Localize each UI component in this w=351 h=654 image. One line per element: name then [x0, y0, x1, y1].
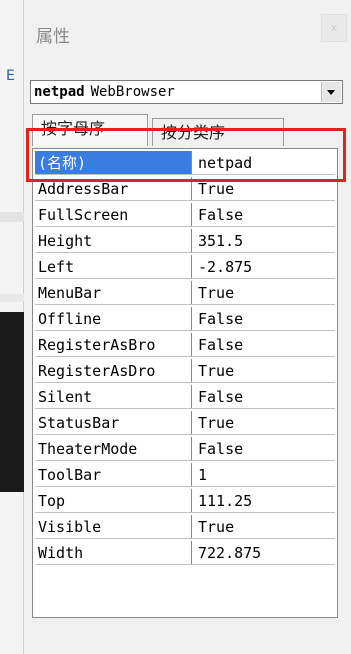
property-row[interactable]: Top 111.25	[35, 489, 335, 513]
property-name: Height	[35, 229, 192, 253]
row-separator	[35, 512, 335, 513]
row-separator	[35, 252, 335, 253]
property-value[interactable]: 722.875	[196, 541, 335, 565]
property-row[interactable]: MenuBar True	[35, 281, 335, 305]
property-row[interactable]: RegisterAsDro True	[35, 359, 335, 383]
property-row[interactable]: Offline False	[35, 307, 335, 331]
property-value[interactable]: True	[196, 359, 335, 383]
property-value[interactable]: 351.5	[196, 229, 335, 253]
property-row[interactable]: RegisterAsBro False	[35, 333, 335, 357]
row-separator	[35, 278, 335, 279]
property-value[interactable]: False	[196, 203, 335, 227]
property-value[interactable]: True	[196, 515, 335, 539]
property-name: Left	[35, 255, 192, 279]
property-row[interactable]: ToolBar 1	[35, 463, 335, 487]
properties-panel: 属性 x netpad WebBrowser 按字母序 按分类序 (名称) netp…	[24, 0, 351, 654]
background-window-strip: E	[0, 0, 24, 654]
highlight-box	[26, 128, 346, 182]
property-name: MenuBar	[35, 281, 192, 305]
row-separator	[35, 356, 335, 357]
property-row[interactable]: Height 351.5	[35, 229, 335, 253]
row-separator	[35, 460, 335, 461]
property-value[interactable]: 1	[196, 463, 335, 487]
row-separator	[35, 408, 335, 409]
row-separator	[35, 330, 335, 331]
row-separator	[35, 564, 335, 565]
property-value[interactable]: 111.25	[196, 489, 335, 513]
property-value[interactable]: True	[196, 281, 335, 305]
row-separator	[35, 538, 335, 539]
row-separator	[35, 226, 335, 227]
property-value[interactable]: True	[196, 411, 335, 435]
property-name: Silent	[35, 385, 192, 409]
property-value[interactable]: False	[196, 437, 335, 461]
property-value[interactable]: False	[196, 307, 335, 331]
property-row[interactable]: Left -2.875	[35, 255, 335, 279]
property-name: Offline	[35, 307, 192, 331]
property-value[interactable]: False	[196, 333, 335, 357]
property-name: StatusBar	[35, 411, 192, 435]
property-row[interactable]: Visible True	[35, 515, 335, 539]
property-name: ToolBar	[35, 463, 192, 487]
property-row[interactable]: TheaterMode False	[35, 437, 335, 461]
property-row[interactable]: StatusBar True	[35, 411, 335, 435]
background-band	[0, 212, 24, 222]
property-name: Visible	[35, 515, 192, 539]
row-separator	[35, 304, 335, 305]
background-band	[0, 294, 24, 302]
property-row[interactable]: Width 722.875	[35, 541, 335, 565]
close-button[interactable]: x	[321, 14, 347, 42]
panel-title: 属性	[36, 27, 70, 47]
property-name: RegisterAsDro	[35, 359, 192, 383]
row-separator	[35, 486, 335, 487]
property-value[interactable]: False	[196, 385, 335, 409]
property-name: RegisterAsBro	[35, 333, 192, 357]
property-name: FullScreen	[35, 203, 192, 227]
background-dark-area	[0, 312, 24, 492]
property-grid: (名称) netpad AddressBar True FullScreen False H…	[32, 148, 338, 618]
property-name: TheaterMode	[35, 437, 192, 461]
property-row[interactable]: Silent False	[35, 385, 335, 409]
object-type: WebBrowser	[90, 84, 175, 100]
row-separator	[35, 200, 335, 201]
property-name: Top	[35, 489, 192, 513]
property-row[interactable]: FullScreen False	[35, 203, 335, 227]
property-value[interactable]: -2.875	[196, 255, 335, 279]
property-name: Width	[35, 541, 192, 565]
chevron-down-icon	[327, 90, 335, 95]
partial-glyph: E	[6, 68, 15, 84]
row-separator	[35, 382, 335, 383]
object-name: netpad	[34, 84, 85, 100]
object-selector[interactable]: netpad WebBrowser	[30, 80, 343, 104]
dropdown-button[interactable]	[321, 82, 341, 102]
row-separator	[35, 434, 335, 435]
